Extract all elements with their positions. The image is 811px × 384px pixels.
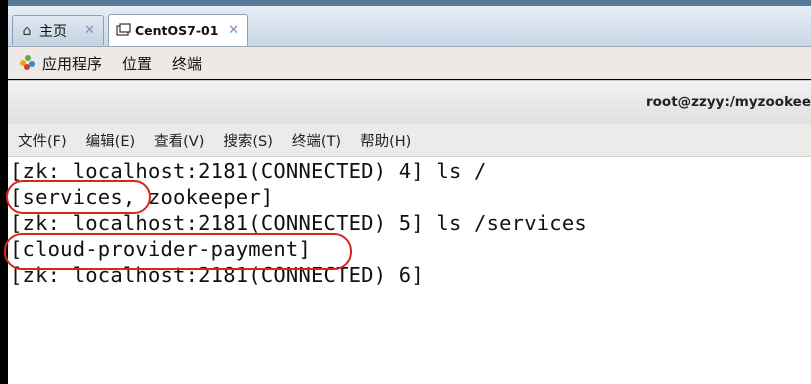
applications-menu[interactable]: 应用程序 [8,53,102,74]
applications-menu-label: 应用程序 [42,54,103,73]
menu-help[interactable]: 帮助(H) [360,130,411,151]
tab-centos-close-button[interactable]: ✕ [226,23,241,38]
menu-view[interactable]: 查看(V) [154,130,204,151]
places-menu-label: 位置 [122,54,153,73]
terminal-app-menu-label: 终端 [172,54,203,73]
terminal-app-menu[interactable]: 终端 [172,53,202,74]
window-title: root@zzyy:/myzookee [645,94,811,110]
applications-icon [20,55,36,71]
tab-home-close-button[interactable]: ✕ [82,23,97,38]
places-menu[interactable]: 位置 [122,53,152,74]
tab-home[interactable]: ⌂ 主页 ✕ [12,15,104,45]
home-icon: ⌂ [22,22,32,39]
tab-centos[interactable]: CentOS7-01 ✕ [108,14,248,46]
tab-centos-label: CentOS7-01 [135,23,219,38]
menu-file[interactable]: 文件(F) [18,130,67,151]
menu-search[interactable]: 搜索(S) [223,130,273,151]
tab-home-label: 主页 [39,23,67,40]
menu-terminal[interactable]: 终端(T) [292,130,341,151]
desktop-top-menu: 应用程序 位置 终端 [8,47,811,79]
terminal-window-titlebar[interactable]: root@zzyy:/myzookee [8,80,811,125]
terminal-output[interactable]: [zk: localhost:2181(CONNECTED) 4] ls / [… [4,157,811,384]
highlight-oval-services [6,180,151,214]
menu-edit[interactable]: 编辑(E) [86,130,135,151]
vm-tab-bar: ⌂ 主页 ✕ CentOS7-01 ✕ [8,6,811,47]
terminal-menubar: 文件(F) 编辑(E) 查看(V) 搜索(S) 终端(T) 帮助(H) [8,124,811,157]
terminal-icon [115,23,131,39]
highlight-oval-provider [4,233,352,270]
